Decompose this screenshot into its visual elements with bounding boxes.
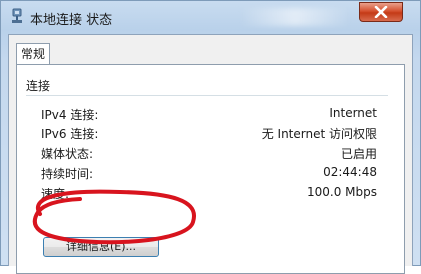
ipv6-connectivity-row: IPv6 连接: 无 Internet 访问权限 [41,125,377,143]
status-window: 本地连接 状态 常规 连接 IPv4 连接: Internet IPv6 连接:… [0,0,421,274]
window-title: 本地连接 状态 [30,13,113,28]
row-value: 已启用 [340,147,377,161]
details-button[interactable]: 详细信息(E)... [43,237,159,257]
row-label: IPv4 连接: [41,108,99,122]
close-icon [374,6,388,18]
dialog-client-area: 常规 连接 IPv4 连接: Internet IPv6 连接: 无 Inter… [8,34,413,274]
row-value: Internet [329,106,377,120]
row-label: IPv6 连接: [41,127,99,141]
titlebar-blur [240,8,350,26]
media-state-row: 媒体状态: 已启用 [41,145,377,163]
row-value: 02:44:48 [323,165,377,179]
ipv4-connectivity-row: IPv4 连接: Internet [41,106,377,124]
connection-section-label: 连接 [26,79,51,93]
row-label: 媒体状态: [41,147,94,161]
close-button[interactable] [359,2,403,22]
row-value: 无 Internet 访问权限 [261,127,377,141]
general-tab-panel: 连接 IPv4 连接: Internet IPv6 连接: 无 Internet… [16,64,405,274]
section-divider [26,95,388,96]
network-adapter-icon [12,8,22,23]
row-value: 100.0 Mbps [306,185,377,199]
speed-row: 速度: 100.0 Mbps [41,185,377,203]
row-label: 速度: [41,187,70,201]
row-label: 持续时间: [41,167,94,181]
title-bar[interactable]: 本地连接 状态 [0,0,421,34]
duration-row: 持续时间: 02:44:48 [41,165,377,183]
tab-general[interactable]: 常规 [16,43,50,65]
